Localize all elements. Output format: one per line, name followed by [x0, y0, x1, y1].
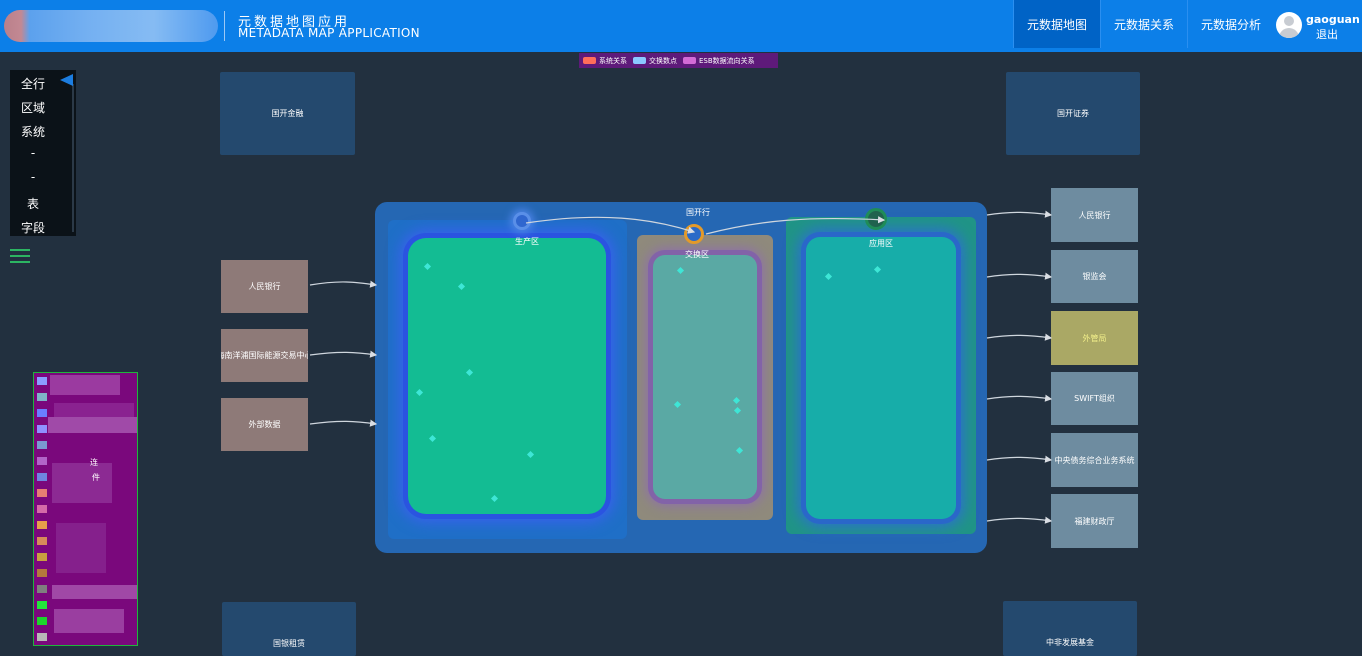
connector-line — [525, 216, 696, 234]
connector-line — [705, 216, 886, 235]
connector-line — [986, 333, 1053, 341]
connector-line — [986, 394, 1053, 402]
connector-line — [986, 210, 1053, 218]
connector-line — [986, 272, 1053, 280]
connector-line — [309, 350, 378, 358]
connection-lines — [309, 210, 1053, 524]
connector-line — [309, 280, 378, 288]
connector-line — [986, 516, 1053, 524]
connector-line — [309, 419, 378, 427]
connector-line — [986, 455, 1053, 463]
